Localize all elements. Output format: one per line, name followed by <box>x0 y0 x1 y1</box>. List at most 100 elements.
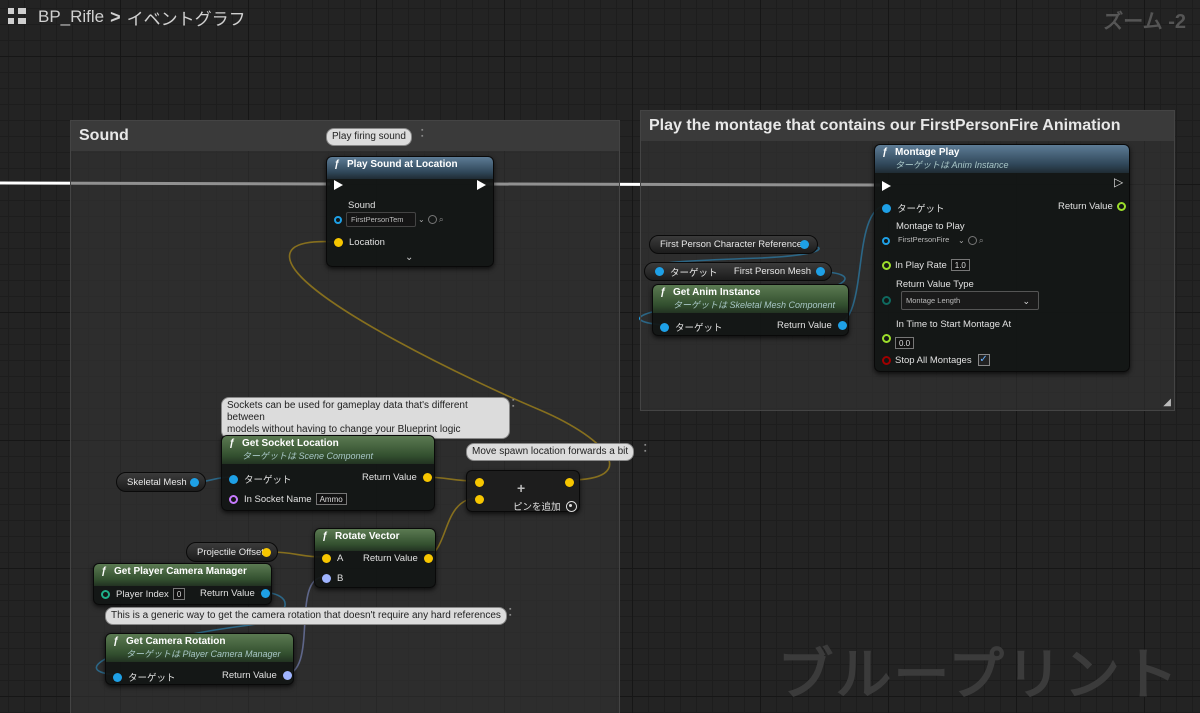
node-header[interactable]: ƒ Get Socket Location ターゲットは Scene Compo… <box>222 436 434 464</box>
add-circle-icon <box>565 500 577 512</box>
node-get-socket-location[interactable]: ƒ Get Socket Location ターゲットは Scene Compo… <box>221 435 435 511</box>
node-header[interactable]: ƒ Montage Play ターゲットは Anim Instance <box>875 145 1129 173</box>
node-header[interactable]: ƒ Rotate Vector <box>315 529 435 551</box>
montage-to-play-pin[interactable]: FirstPersonFire ⌄ ⌕ <box>882 233 984 248</box>
node-header[interactable]: ƒ Get Player Camera Manager <box>94 564 271 586</box>
pin-label: Location <box>349 237 385 248</box>
sound-pin[interactable]: FirstPersonTem ⌄ ⌕ <box>334 212 444 227</box>
node-play-sound[interactable]: ƒ Play Sound at Location Sound FirstPers… <box>326 156 494 267</box>
graph-canvas[interactable]: BP_Rifle > イベントグラフ ズーム -2 Sound Play the… <box>0 0 1200 713</box>
return-value-pin[interactable]: Return Value <box>777 320 847 331</box>
pin-label: ターゲット <box>675 323 723 334</box>
in-play-rate-pin[interactable]: In Play Rate 1.0 <box>882 259 970 271</box>
bubble-pin-icon[interactable]: ▪ ▪ <box>644 442 652 455</box>
use-asset-icon[interactable] <box>967 236 977 245</box>
bubble-pin-icon[interactable]: ▪ ▪ <box>512 397 520 410</box>
pin-label: Montage to Play <box>896 221 965 232</box>
node-title: Play Sound at Location <box>347 159 458 170</box>
search-icon[interactable]: ⌕ <box>979 235 984 246</box>
add-input-b-pin[interactable] <box>475 495 490 504</box>
chevron-down-icon[interactable]: ⌄ <box>418 215 425 224</box>
target-pin[interactable]: ターゲット <box>229 472 292 486</box>
socket-name-pin[interactable]: In Socket Name Ammo <box>229 493 347 505</box>
bubble-pin-icon[interactable]: ▪ ▪ <box>509 606 517 619</box>
return-value-pin[interactable]: Return Value <box>1058 201 1126 212</box>
pin-label: Return Value <box>777 320 832 331</box>
node-subtitle: ターゲットは Anim Instance <box>895 160 1009 170</box>
chevron-down-icon[interactable]: ⌄ <box>958 236 965 245</box>
target-pin[interactable]: ターゲット <box>660 320 723 334</box>
pin-label: ターゲット <box>244 475 292 486</box>
comment-bubble[interactable]: Move spawn location forwards a bit <box>466 443 635 461</box>
node-title: First Person Character Reference <box>660 239 803 250</box>
node-add[interactable]: + ピンを追加 <box>466 470 580 513</box>
node-title: Projectile Offset <box>197 546 264 558</box>
socket-name-input[interactable]: Ammo <box>315 493 347 505</box>
exec-out-pin[interactable]: ▷ <box>1114 175 1123 191</box>
add-plus-icon: + <box>517 480 526 496</box>
in-time-pin[interactable]: 0.0 <box>882 327 915 349</box>
graph-icon <box>8 8 28 26</box>
pin-label: Sound <box>348 200 376 211</box>
node-header[interactable]: ƒ Play Sound at Location <box>327 157 493 179</box>
node-skeletal-mesh[interactable]: Skeletal Mesh <box>116 472 206 492</box>
comment-bubble[interactable]: Play firing sound <box>326 128 412 146</box>
node-get-camera-rotation[interactable]: ƒ Get Camera Rotation ターゲットは Player Came… <box>105 633 294 685</box>
node-title: Get Player Camera Manager <box>114 566 247 577</box>
stop-all-pin[interactable]: Stop All Montages ✓ <box>882 354 990 366</box>
bubble-pin-icon[interactable]: ▪ ▪ <box>421 127 429 140</box>
return-value-pin[interactable]: Return Value <box>362 472 432 483</box>
return-value-pin[interactable]: Return Value <box>200 588 270 599</box>
node-rotate-vector[interactable]: ƒ Rotate Vector A Return Value B <box>314 528 436 588</box>
node-montage-play[interactable]: ƒ Montage Play ターゲットは Anim Instance ▷ ター… <box>874 144 1130 372</box>
comment-title[interactable]: Play the montage that contains our First… <box>641 111 1174 141</box>
add-output-pin[interactable] <box>565 478 574 487</box>
node-projectile-offset[interactable]: Projectile Offset <box>186 542 278 562</box>
b-pin[interactable]: B <box>322 573 343 584</box>
a-pin[interactable]: A <box>322 553 343 564</box>
breadcrumb-blueprint[interactable]: BP_Rifle <box>38 7 104 27</box>
in-time-input[interactable]: 0.0 <box>895 337 915 349</box>
node-header[interactable]: ƒ Get Camera Rotation ターゲットは Player Came… <box>106 634 293 662</box>
pin-label: In Play Rate <box>895 259 947 271</box>
play-rate-input[interactable]: 1.0 <box>950 259 970 271</box>
comment-bubble[interactable]: This is a generic way to get the camera … <box>105 607 507 625</box>
search-icon[interactable]: ⌕ <box>439 214 444 225</box>
location-pin[interactable]: Location <box>334 237 385 248</box>
function-icon: ƒ <box>101 566 107 577</box>
comment-bubble[interactable]: Sockets can be used for gameplay data th… <box>221 397 510 439</box>
node-subtitle: ターゲットは Skeletal Mesh Component <box>673 300 836 310</box>
exec-in-pin[interactable] <box>882 181 891 191</box>
breadcrumb-graph[interactable]: イベントグラフ <box>127 5 246 30</box>
return-value-pin[interactable]: Return Value <box>363 553 433 564</box>
add-input-a-pin[interactable] <box>475 478 490 487</box>
exec-in-pin[interactable] <box>334 180 343 190</box>
resize-handle-icon[interactable]: ◢ <box>1163 397 1171 408</box>
node-fp-mesh[interactable]: ターゲット First Person Mesh <box>644 262 832 281</box>
node-header[interactable]: ƒ Get Anim Instance ターゲットは Skeletal Mesh… <box>653 285 848 313</box>
exec-out-pin[interactable] <box>477 180 486 190</box>
breadcrumb-separator: > <box>110 6 121 27</box>
blueprint-watermark: ブループリント <box>777 643 1180 706</box>
pin-label: ターゲット <box>128 673 176 684</box>
node-first-person-ref[interactable]: First Person Character Reference <box>649 235 818 254</box>
node-get-anim-instance[interactable]: ƒ Get Anim Instance ターゲットは Skeletal Mesh… <box>652 284 849 336</box>
use-asset-icon[interactable] <box>427 215 437 224</box>
return-value-type-pin[interactable]: Montage Length ⌄ <box>882 291 1039 310</box>
return-type-dropdown[interactable]: Montage Length ⌄ <box>901 291 1039 310</box>
node-get-player-camera-manager[interactable]: ƒ Get Player Camera Manager Player Index… <box>93 563 272 605</box>
expand-chevron-icon[interactable]: ⌄ <box>405 252 413 263</box>
target-pin[interactable]: ターゲット <box>882 201 945 215</box>
breadcrumb: BP_Rifle > イベントグラフ <box>0 0 1200 34</box>
montage-asset-dropdown[interactable]: FirstPersonFire <box>894 233 958 248</box>
player-index-input[interactable]: 0 <box>172 588 186 600</box>
add-pin-button[interactable]: ピンを追加 <box>513 499 577 513</box>
pin-label: In Socket Name <box>244 493 312 505</box>
node-title: Skeletal Mesh <box>127 476 187 488</box>
player-index-pin[interactable]: Player Index 0 <box>101 588 186 600</box>
return-value-pin[interactable]: Return Value <box>222 670 292 681</box>
sound-asset-dropdown[interactable]: FirstPersonTem <box>346 212 416 227</box>
target-pin[interactable]: ターゲット <box>113 670 176 684</box>
pin-label: First Person Mesh <box>733 266 811 277</box>
stop-all-checkbox[interactable]: ✓ <box>977 354 990 366</box>
